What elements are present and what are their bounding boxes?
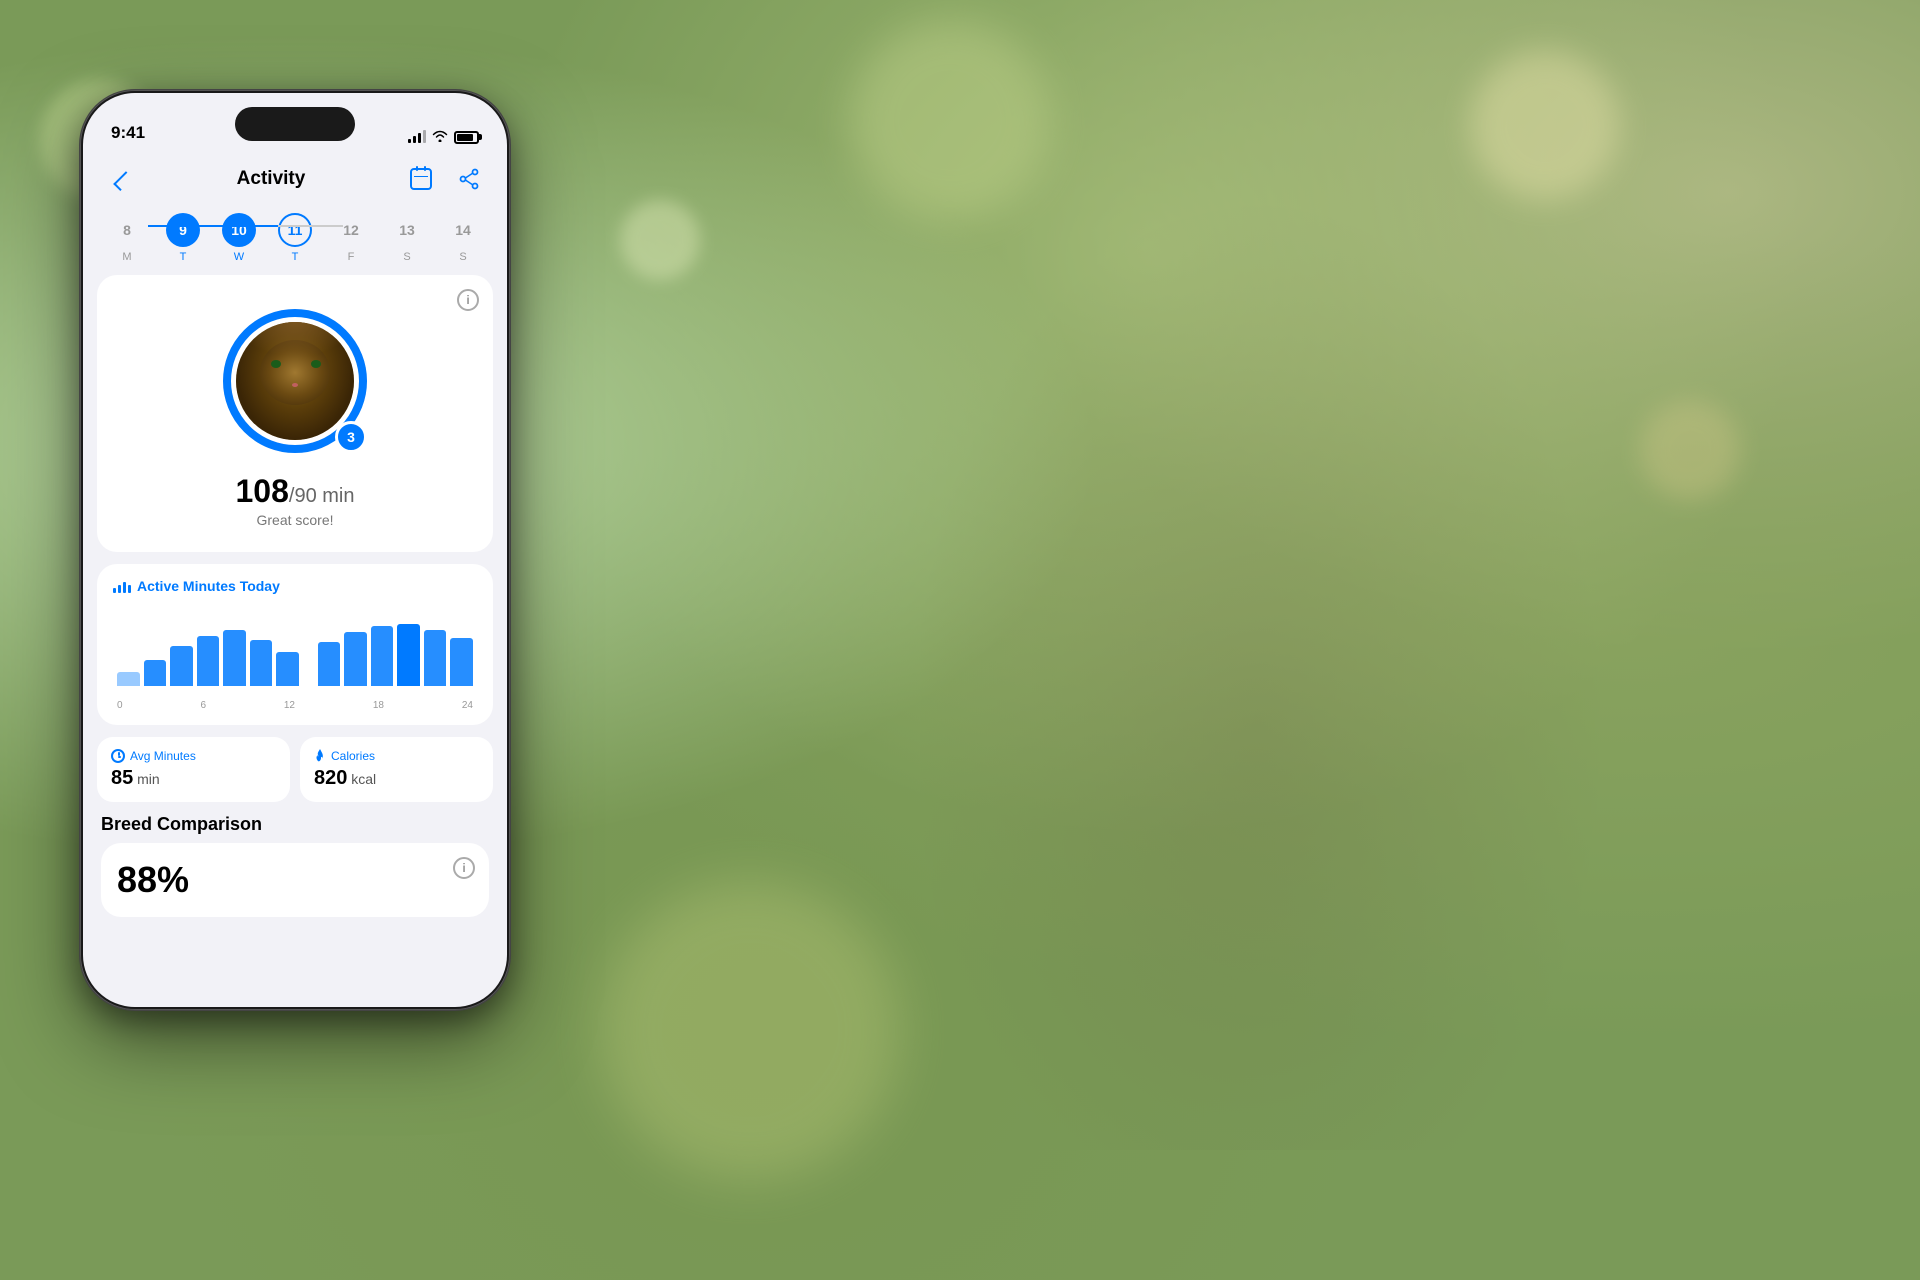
breed-percent-card: i 88%	[101, 843, 489, 917]
breed-section: Breed Comparison i 88%	[97, 814, 493, 917]
day-item-s2[interactable]: 14 S	[446, 213, 480, 263]
day-num-8: 8	[110, 213, 144, 247]
calories-label: Calories	[331, 749, 375, 763]
day-item-m[interactable]: 8 M	[110, 213, 144, 263]
day-num-12: 12	[334, 213, 368, 247]
score-card: i	[97, 275, 493, 552]
app-content: Activity	[83, 153, 507, 1007]
chart-label-24: 24	[462, 700, 473, 711]
page-title: Activity	[237, 168, 306, 190]
day-num-11: 11	[278, 213, 312, 247]
battery-icon	[454, 131, 479, 144]
activity-ring: 3	[215, 301, 375, 461]
share-button[interactable]	[451, 161, 487, 197]
chart-labels: 0 6 12 18 24	[113, 700, 477, 711]
avg-minutes-card: Avg Minutes 85 min	[97, 737, 290, 802]
clock-icon	[111, 749, 125, 763]
breed-title: Breed Comparison	[101, 814, 489, 835]
day-label-s1: S	[403, 251, 410, 263]
signal-icon	[408, 131, 426, 143]
bar-12	[424, 630, 447, 686]
cat-silhouette	[920, 100, 1670, 1150]
bar-10	[371, 626, 394, 686]
share-icon	[459, 168, 479, 190]
stats-row: Avg Minutes 85 min Calories	[97, 737, 493, 802]
bar-7	[276, 652, 299, 686]
day-num-10: 10	[222, 213, 256, 247]
day-item-f[interactable]: 12 F	[334, 213, 368, 263]
avg-minutes-label: Avg Minutes	[130, 749, 196, 763]
calories-value: 820 kcal	[314, 767, 479, 790]
day-item-w[interactable]: 10 W	[222, 213, 256, 263]
bar-4	[197, 636, 220, 686]
score-info-button[interactable]: i	[457, 289, 479, 311]
chart-title-text: Active Minutes Today	[137, 578, 280, 594]
back-button[interactable]	[103, 161, 139, 197]
flame-icon	[314, 749, 326, 763]
day-item-s1[interactable]: 13 S	[390, 213, 424, 263]
chart-label-12: 12	[284, 700, 295, 711]
chart-label-6: 6	[200, 700, 206, 711]
dynamic-island	[235, 107, 355, 141]
day-label-t2: T	[292, 251, 299, 263]
status-icons	[408, 129, 479, 145]
bar-6	[250, 640, 273, 686]
day-num-14: 14	[446, 213, 480, 247]
back-chevron-icon	[113, 171, 133, 191]
status-time: 9:41	[111, 123, 145, 145]
avg-minutes-value: 85 min	[111, 767, 276, 790]
day-num-13: 13	[390, 213, 424, 247]
day-label-f: F	[348, 251, 355, 263]
bokeh-2	[620, 200, 700, 280]
phone-screen: 9:41	[83, 93, 507, 1007]
breed-info-button[interactable]: i	[453, 857, 475, 879]
chart-area	[113, 606, 477, 696]
bar-13	[450, 638, 473, 686]
breed-percent-value: 88%	[117, 859, 473, 901]
day-label-t1: T	[180, 251, 187, 263]
chart-bars	[113, 606, 477, 686]
calories-card: Calories 820 kcal	[300, 737, 493, 802]
bar-11	[397, 624, 420, 686]
calendar-button[interactable]	[403, 161, 439, 197]
week-connector-svg	[83, 224, 507, 228]
day-item-t1[interactable]: 9 T	[166, 213, 200, 263]
week-strip: 8 M 9 T 10	[83, 207, 507, 275]
score-display: 3 108/90 min Great score!	[113, 291, 477, 536]
bar-3	[170, 646, 193, 686]
pet-face	[236, 322, 354, 440]
day-label-w: W	[234, 251, 244, 263]
bar-9	[344, 632, 367, 686]
bar-5	[223, 630, 246, 686]
day-label-s2: S	[459, 251, 466, 263]
bar-8	[318, 642, 341, 686]
app-header: Activity	[83, 153, 507, 207]
day-item-t2[interactable]: 11 T	[278, 213, 312, 263]
phone-frame: 9:41	[80, 90, 510, 1010]
calendar-icon	[410, 168, 432, 190]
day-num-9: 9	[166, 213, 200, 247]
pet-avatar	[236, 322, 354, 440]
phone-mockup: 9:41	[80, 90, 510, 1010]
wifi-icon	[432, 129, 448, 145]
calories-header: Calories	[314, 749, 479, 763]
chart-header: Active Minutes Today	[113, 578, 477, 594]
avg-minutes-header: Avg Minutes	[111, 749, 276, 763]
chart-label-18: 18	[373, 700, 384, 711]
scroll-content[interactable]: i	[83, 275, 507, 999]
chart-icon	[113, 579, 131, 593]
header-actions	[403, 161, 487, 197]
bokeh-5	[600, 880, 900, 1180]
bar-2	[144, 660, 167, 686]
score-value: 108/90 min	[236, 473, 355, 510]
chart-card: Active Minutes Today	[97, 564, 493, 725]
day-label-m: M	[122, 251, 131, 263]
score-badge: 3	[335, 421, 367, 453]
bar-1	[117, 672, 140, 686]
score-subtitle: Great score!	[256, 512, 333, 528]
chart-label-0: 0	[117, 700, 123, 711]
